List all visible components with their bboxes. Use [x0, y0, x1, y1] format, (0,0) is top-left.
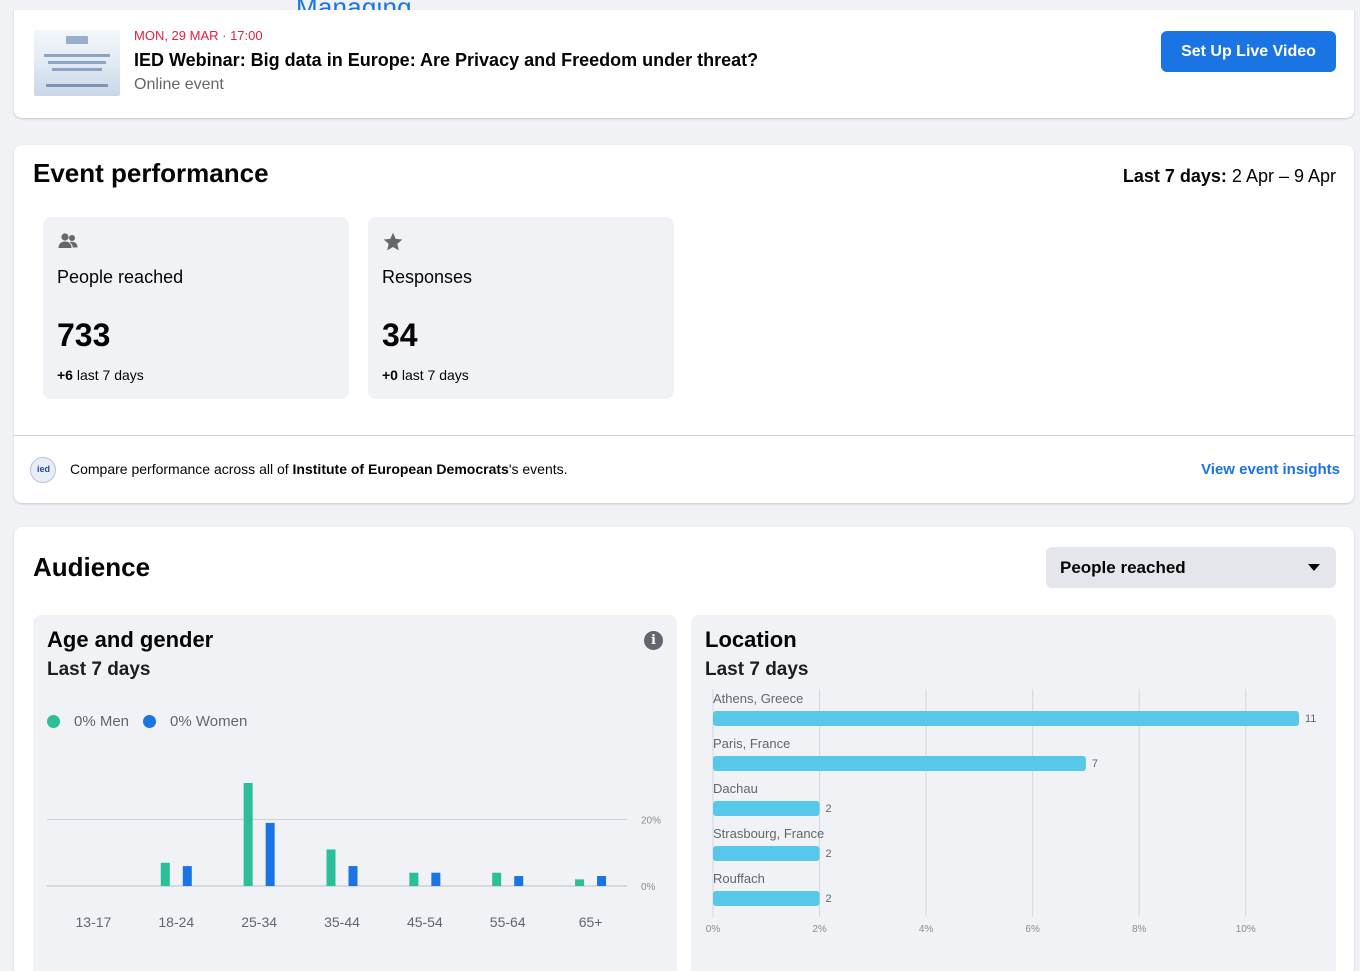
view-event-insights-link[interactable]: View event insights: [1201, 461, 1340, 478]
event-performance-card: Event performance Last 7 days: 2 Apr – 9…: [14, 145, 1354, 503]
metric-label: People reached: [57, 267, 184, 287]
metric-responses: Responses 34 +0 last 7 days: [368, 217, 674, 399]
dropdown-value: People reached: [1060, 557, 1186, 577]
bar-men-55-64: [492, 872, 502, 886]
event-title[interactable]: IED Webinar: Big data in Europe: Are Pri…: [134, 50, 758, 71]
location-chart: 0% 2% 4% 6% 8% 10% Athens, Greece 11 Paris, Fran…: [706, 689, 1316, 935]
bar-men-25-34: [243, 783, 253, 886]
location-value-label: 2: [826, 893, 832, 905]
compare-text: Compare performance across all of Instit…: [70, 461, 568, 477]
date-range-value: 2 Apr – 9 Apr: [1231, 166, 1336, 186]
bar-women-18-24: [182, 866, 192, 886]
x-tick-label: 35-44: [324, 914, 360, 930]
event-date: MON, 29 MAR · 17:00: [134, 28, 263, 43]
x-tick-label: 8%: [1132, 924, 1147, 935]
metric-delta-suffix: last 7 days: [401, 367, 469, 383]
x-tick-label: 65+: [579, 914, 603, 930]
metric-delta-value: +6: [57, 367, 73, 383]
event-cover-image[interactable]: [34, 30, 120, 96]
x-tick-label: 2%: [812, 924, 827, 935]
bar-men-35-44: [326, 849, 336, 886]
audience-metric-dropdown[interactable]: People reached: [1046, 547, 1336, 588]
location-bar: [713, 756, 1086, 771]
bar-men-45-54: [409, 872, 419, 886]
location-bar: [713, 711, 1299, 726]
metric-delta: +6 last 7 days: [57, 367, 144, 383]
audience-card: Audience People reached Age and gender L…: [14, 527, 1354, 971]
location-label: Rouffach: [713, 871, 765, 886]
x-tick-label: 13-17: [76, 914, 112, 930]
y-tick-label: 0%: [641, 882, 656, 893]
bar-women-25-34: [265, 822, 275, 886]
location-bar: [713, 891, 820, 906]
compare-suffix: 's events.: [508, 461, 568, 477]
location-value-label: 2: [826, 803, 832, 815]
date-range-label: Last 7 days:: [1122, 166, 1227, 186]
bar-men-65+: [575, 879, 585, 886]
star-icon: [383, 232, 403, 251]
organization-name: Institute of European Democrats: [292, 461, 509, 477]
y-tick-label: 20%: [641, 816, 661, 827]
bar-women-55-64: [514, 876, 524, 886]
location-value-label: 11: [1305, 713, 1316, 725]
event-type: Online event: [134, 76, 224, 93]
set-up-live-video-button[interactable]: Set Up Live Video: [1161, 31, 1336, 72]
location-label: Paris, France: [713, 736, 790, 751]
metric-label: Responses: [382, 267, 473, 287]
x-tick-label: 4%: [919, 924, 934, 935]
compare-prefix: Compare performance across all of: [70, 461, 289, 477]
location-bar: [713, 846, 820, 861]
location-value-label: 2: [826, 848, 832, 860]
section-title-performance: Event performance: [33, 158, 269, 188]
bar-men-18-24: [160, 862, 170, 886]
bar-women-35-44: [348, 866, 358, 886]
section-title-audience: Audience: [33, 552, 151, 582]
metric-delta-value: +0: [382, 367, 398, 383]
x-tick-label: 10%: [1236, 924, 1256, 935]
people-icon: [58, 233, 78, 248]
event-summary-card: MON, 29 MAR · 17:00 IED Webinar: Big dat…: [14, 10, 1354, 118]
age-gender-panel: Age and gender Last 7 days i 0% Men 0% W…: [33, 615, 677, 971]
divider: [14, 435, 1354, 436]
bar-women-65+: [597, 876, 607, 886]
date-range: Last 7 days: 2 Apr – 9 Apr: [1123, 166, 1336, 187]
location-label: Athens, Greece: [713, 691, 803, 706]
age-gender-chart: 0% 20% 13-17 18-24 25-34 35-44 45-54 55-64 65+: [47, 783, 661, 930]
x-tick-label: 18-24: [158, 914, 194, 930]
metric-delta-suffix: last 7 days: [76, 367, 144, 383]
x-tick-label: 45-54: [407, 914, 443, 930]
caret-down-icon: [1308, 564, 1320, 571]
metric-value: 733: [57, 317, 111, 353]
metric-value: 34: [382, 317, 418, 353]
location-value-label: 7: [1092, 758, 1098, 770]
location-bar: [713, 801, 820, 816]
location-panel: Location Last 7 days 0% 2% 4% 6% 8% 10% Athens…: [691, 615, 1336, 971]
location-label: Strasbourg, France: [713, 826, 824, 841]
x-tick-label: 55-64: [490, 914, 526, 930]
x-tick-label: 6%: [1025, 924, 1040, 935]
metric-people-reached: People reached 733 +6 last 7 days: [43, 217, 349, 399]
metric-delta: +0 last 7 days: [382, 367, 469, 383]
organization-avatar[interactable]: ied: [30, 457, 56, 483]
x-tick-label: 0%: [706, 924, 721, 935]
x-tick-label: 25-34: [241, 914, 277, 930]
bar-women-45-54: [431, 872, 441, 886]
location-label: Dachau: [713, 781, 758, 796]
